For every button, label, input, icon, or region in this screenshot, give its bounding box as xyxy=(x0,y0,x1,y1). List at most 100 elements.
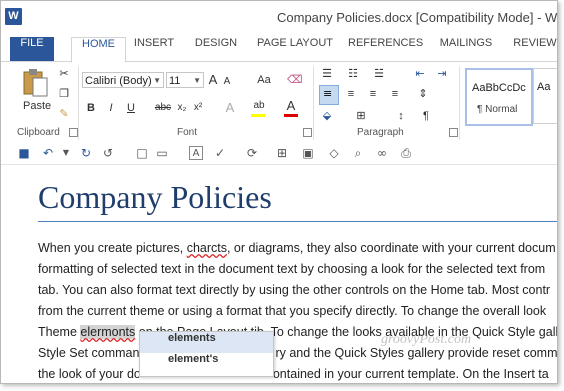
misspelled-word[interactable]: charcts xyxy=(187,241,227,255)
text-run: , or diagrams, they also coordinate with… xyxy=(226,241,556,255)
tab-design[interactable]: DESIGN xyxy=(191,37,241,61)
heading-rule xyxy=(38,221,557,222)
align-left-button[interactable]: ≡ xyxy=(319,85,339,105)
tab-home[interactable]: HOME xyxy=(71,37,126,63)
align-center-icon[interactable]: ≡ xyxy=(343,86,359,102)
style-no-spacing[interactable]: Aa xyxy=(533,68,557,124)
underline-button[interactable]: U xyxy=(125,100,137,116)
clear-formatting-icon[interactable]: ⌫ xyxy=(287,72,303,88)
align-left-icon: ≡ xyxy=(323,87,333,100)
font-color-button[interactable]: A xyxy=(285,98,297,114)
misspelled-word-selected[interactable]: elermonts xyxy=(80,325,136,339)
body-line[interactable]: formatting of selected text in the docum… xyxy=(38,262,545,276)
italic-button[interactable]: I xyxy=(105,100,117,116)
save-icon[interactable]: ■ xyxy=(17,146,31,160)
suggestion-item[interactable]: element's xyxy=(140,353,273,374)
paragraph-launcher-icon[interactable] xyxy=(449,128,458,137)
bold-button[interactable]: B xyxy=(85,100,97,116)
font-name-combo[interactable]: Calibri (Body) ▼ xyxy=(82,72,164,88)
justify-icon[interactable]: ≡ xyxy=(387,86,403,102)
text-run: ontained in your current template. On th… xyxy=(272,367,549,381)
link-icon[interactable]: ∞ xyxy=(375,146,389,160)
body-line[interactable]: Theme elermonts on the Page Layout tib. … xyxy=(38,325,557,339)
document-heading[interactable]: Company Policies xyxy=(38,179,272,216)
document-area[interactable]: Company Policies When you create picture… xyxy=(1,165,558,383)
chevron-down-icon[interactable]: ▼ xyxy=(59,146,73,160)
grow-font-button[interactable]: A xyxy=(207,72,219,88)
numbering-icon[interactable]: ☷ xyxy=(345,66,361,82)
tab-insert[interactable]: INSERT xyxy=(132,37,176,61)
refresh-icon[interactable]: ⟳ xyxy=(245,146,259,160)
paragraph-group-label: Paragraph xyxy=(357,127,404,138)
group-divider xyxy=(313,66,314,140)
text-effects-button[interactable]: A xyxy=(223,100,237,116)
suggestion-item[interactable]: elements xyxy=(140,332,273,353)
text-run: the look of your do xyxy=(38,367,141,381)
cut-icon[interactable]: ✂ xyxy=(57,66,71,82)
highlight-button[interactable]: ab xyxy=(251,98,267,114)
strikethrough-button[interactable]: abc xyxy=(153,100,173,116)
group-divider xyxy=(459,66,460,140)
body-line[interactable]: Style Set comman ry and the Quick Styles … xyxy=(38,346,558,360)
borders-icon[interactable]: ⊞ xyxy=(353,108,369,124)
table-icon[interactable]: ⊞ xyxy=(275,146,289,160)
font-name-value: Calibri (Body) xyxy=(85,75,152,87)
word-logo-icon[interactable]: W xyxy=(5,8,22,25)
copy-icon[interactable]: ❐ xyxy=(57,86,71,102)
clipboard-launcher-icon[interactable] xyxy=(69,128,78,137)
quick-access-toolbar: ■ ↶ ▼ ↻ ↺ □ ▭ A ✓ ⟳ ⊞ ▣ ◇ ⌕ ∞ ⎙ xyxy=(1,144,557,165)
bullets-icon[interactable]: ☰ xyxy=(319,66,335,82)
decrease-indent-icon[interactable]: ⇤ xyxy=(413,66,427,82)
shapes-icon[interactable]: ◇ xyxy=(327,146,341,160)
change-case-button[interactable]: Aa xyxy=(253,72,275,88)
increase-indent-icon[interactable]: ⇥ xyxy=(435,66,449,82)
tab-file[interactable]: FILE xyxy=(10,37,54,61)
font-launcher-icon[interactable] xyxy=(303,128,312,137)
undo-icon[interactable]: ↶ xyxy=(41,146,55,160)
font-color-bar xyxy=(284,114,298,117)
multilevel-list-icon[interactable]: ☱ xyxy=(371,66,387,82)
paste-button[interactable]: Paste xyxy=(15,66,55,116)
open-icon[interactable]: ▭ xyxy=(155,146,169,160)
style-normal[interactable]: AaBbCcDc ¶ Normal xyxy=(465,68,533,126)
shading-icon[interactable]: ⬙ xyxy=(319,108,335,124)
show-marks-icon[interactable]: ¶ xyxy=(419,108,433,124)
ribbon-tabs: FILE HOME INSERT DESIGN PAGE LAYOUT REFE… xyxy=(1,37,557,63)
style-preview: AaBbCcDc xyxy=(472,82,526,94)
font-group-label: Font xyxy=(177,127,198,138)
tab-review[interactable]: REVIEW xyxy=(509,37,557,61)
text-run: tab. You can also format text directly b… xyxy=(38,283,551,297)
paste-label: Paste xyxy=(23,100,52,112)
body-line[interactable]: the look of your do ontained in your curr… xyxy=(38,367,549,381)
tab-mailings[interactable]: MAILINGS xyxy=(435,37,497,61)
format-painter-icon[interactable]: ✎ xyxy=(57,106,71,122)
tab-page-layout[interactable]: PAGE LAYOUT xyxy=(253,37,337,61)
spelling-icon[interactable]: ✓ xyxy=(213,146,227,160)
watermark: groovyPost.com xyxy=(381,332,472,347)
sort-icon[interactable]: ↕ xyxy=(393,108,409,124)
chevron-down-icon: ▼ xyxy=(193,76,201,85)
repeat-icon[interactable]: ↺ xyxy=(101,146,115,160)
shrink-font-button[interactable]: A xyxy=(221,74,233,90)
text-run: formatting of selected text in the docum… xyxy=(38,262,546,276)
body-line[interactable]: tab. You can also format text directly b… xyxy=(38,283,550,297)
subscript-button[interactable]: x₂ xyxy=(175,100,189,116)
spelling-suggestions-menu: elements element's xyxy=(139,331,274,377)
print-icon[interactable]: ⎙ xyxy=(399,146,413,160)
body-line[interactable]: When you create pictures, charcts, or di… xyxy=(38,241,556,255)
text-run: ry and the Quick Styles gallery provide … xyxy=(275,346,558,360)
group-divider xyxy=(78,66,79,140)
new-document-icon[interactable]: □ xyxy=(135,146,149,160)
text-box-icon[interactable]: A xyxy=(189,146,203,160)
font-size-combo[interactable]: 11 ▼ xyxy=(166,72,204,88)
redo-icon[interactable]: ↻ xyxy=(79,146,93,160)
body-line[interactable]: from the current theme or using a format… xyxy=(38,304,546,318)
text-run: Style Set comman xyxy=(38,346,140,360)
superscript-button[interactable]: x² xyxy=(191,100,205,116)
print-preview-icon[interactable]: ⌕ xyxy=(351,146,365,160)
picture-icon[interactable]: ▣ xyxy=(301,146,315,160)
tab-references[interactable]: REFERENCES xyxy=(348,37,423,61)
align-right-icon[interactable]: ≡ xyxy=(365,86,381,102)
text-run: Theme xyxy=(38,325,81,339)
line-spacing-icon[interactable]: ⇕ xyxy=(415,86,431,102)
